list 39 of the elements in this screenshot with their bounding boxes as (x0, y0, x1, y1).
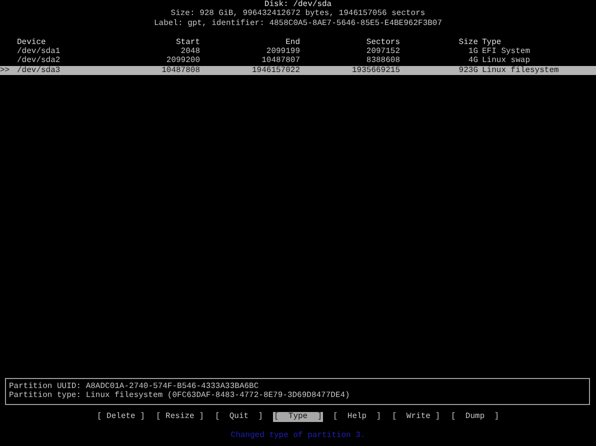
table-cell-text: 2048 (180, 47, 200, 56)
table-cell-text: 10487808 (160, 66, 200, 76)
table-cell-text: EFI System (481, 47, 532, 56)
menu-button[interactable]: [ Delete ] (96, 412, 146, 422)
menu-button[interactable]: [ Resize ] (154, 412, 205, 422)
table-cell-text: Linux filesystem (481, 66, 560, 76)
disk-title: Disk: /dev/sda (264, 0, 332, 9)
status-message: Changed type of partition 3. (230, 430, 366, 440)
table-cell-text: 10487807 (260, 56, 300, 66)
column-header: Sectors (365, 38, 400, 48)
cursor-marker: >> (0, 66, 11, 76)
table-cell-text: Linux swap (481, 56, 532, 66)
table-cell-text: 8388608 (365, 56, 400, 66)
disk-label: Label: gpt, identifier: 4858C0A5-8AE7-5646-85E5-E4BE962F3B07 (154, 18, 442, 28)
menu-button[interactable]: [ Quit ] (214, 412, 264, 422)
disk-size: Size: 928 GiB, 996432412672 bytes, 1946157056 sectors (170, 9, 426, 19)
table-cell-text: 2099199 (265, 47, 300, 56)
table-cell-text: /dev/sda1 (17, 47, 62, 56)
column-header: Size (458, 38, 478, 48)
table-row[interactable]: >> /dev/sda3 10487808 1946157022 1935669215 923G Linux filesystem (0, 66, 596, 76)
table-cell-text: 1G (467, 47, 478, 56)
table-cell-text: 923G (458, 66, 478, 76)
table-cell-text: /dev/sda2 (17, 56, 62, 66)
menu-button[interactable]: [ Type ] (272, 412, 323, 422)
info-line: Partition type: Linux filesystem (0FC63DAF-8483-4772-8E79-3D69D8477DE4) (9, 391, 351, 401)
table-cell-text: 2097152 (365, 47, 400, 56)
table-cell-text: 4G (467, 56, 478, 66)
table-cell-text: 1946157022 (250, 66, 300, 76)
column-header: Start (174, 38, 200, 48)
info-line: Partition UUID: A8ADC01A-2740-574F-B546-4333A33BA6BC (9, 382, 260, 391)
column-header: End (284, 38, 300, 48)
column-header: Type (481, 38, 502, 48)
table-cell-text: 2099200 (165, 56, 200, 66)
table-cell-text: /dev/sda3 (17, 66, 62, 76)
menu-button[interactable]: [ Dump ] (450, 412, 500, 422)
menu-button[interactable]: [ Help ] (332, 412, 382, 422)
column-header: Device (17, 38, 47, 47)
table-cell-text: 1935669215 (350, 66, 400, 76)
menu-button[interactable]: [ Write ] (391, 412, 442, 422)
